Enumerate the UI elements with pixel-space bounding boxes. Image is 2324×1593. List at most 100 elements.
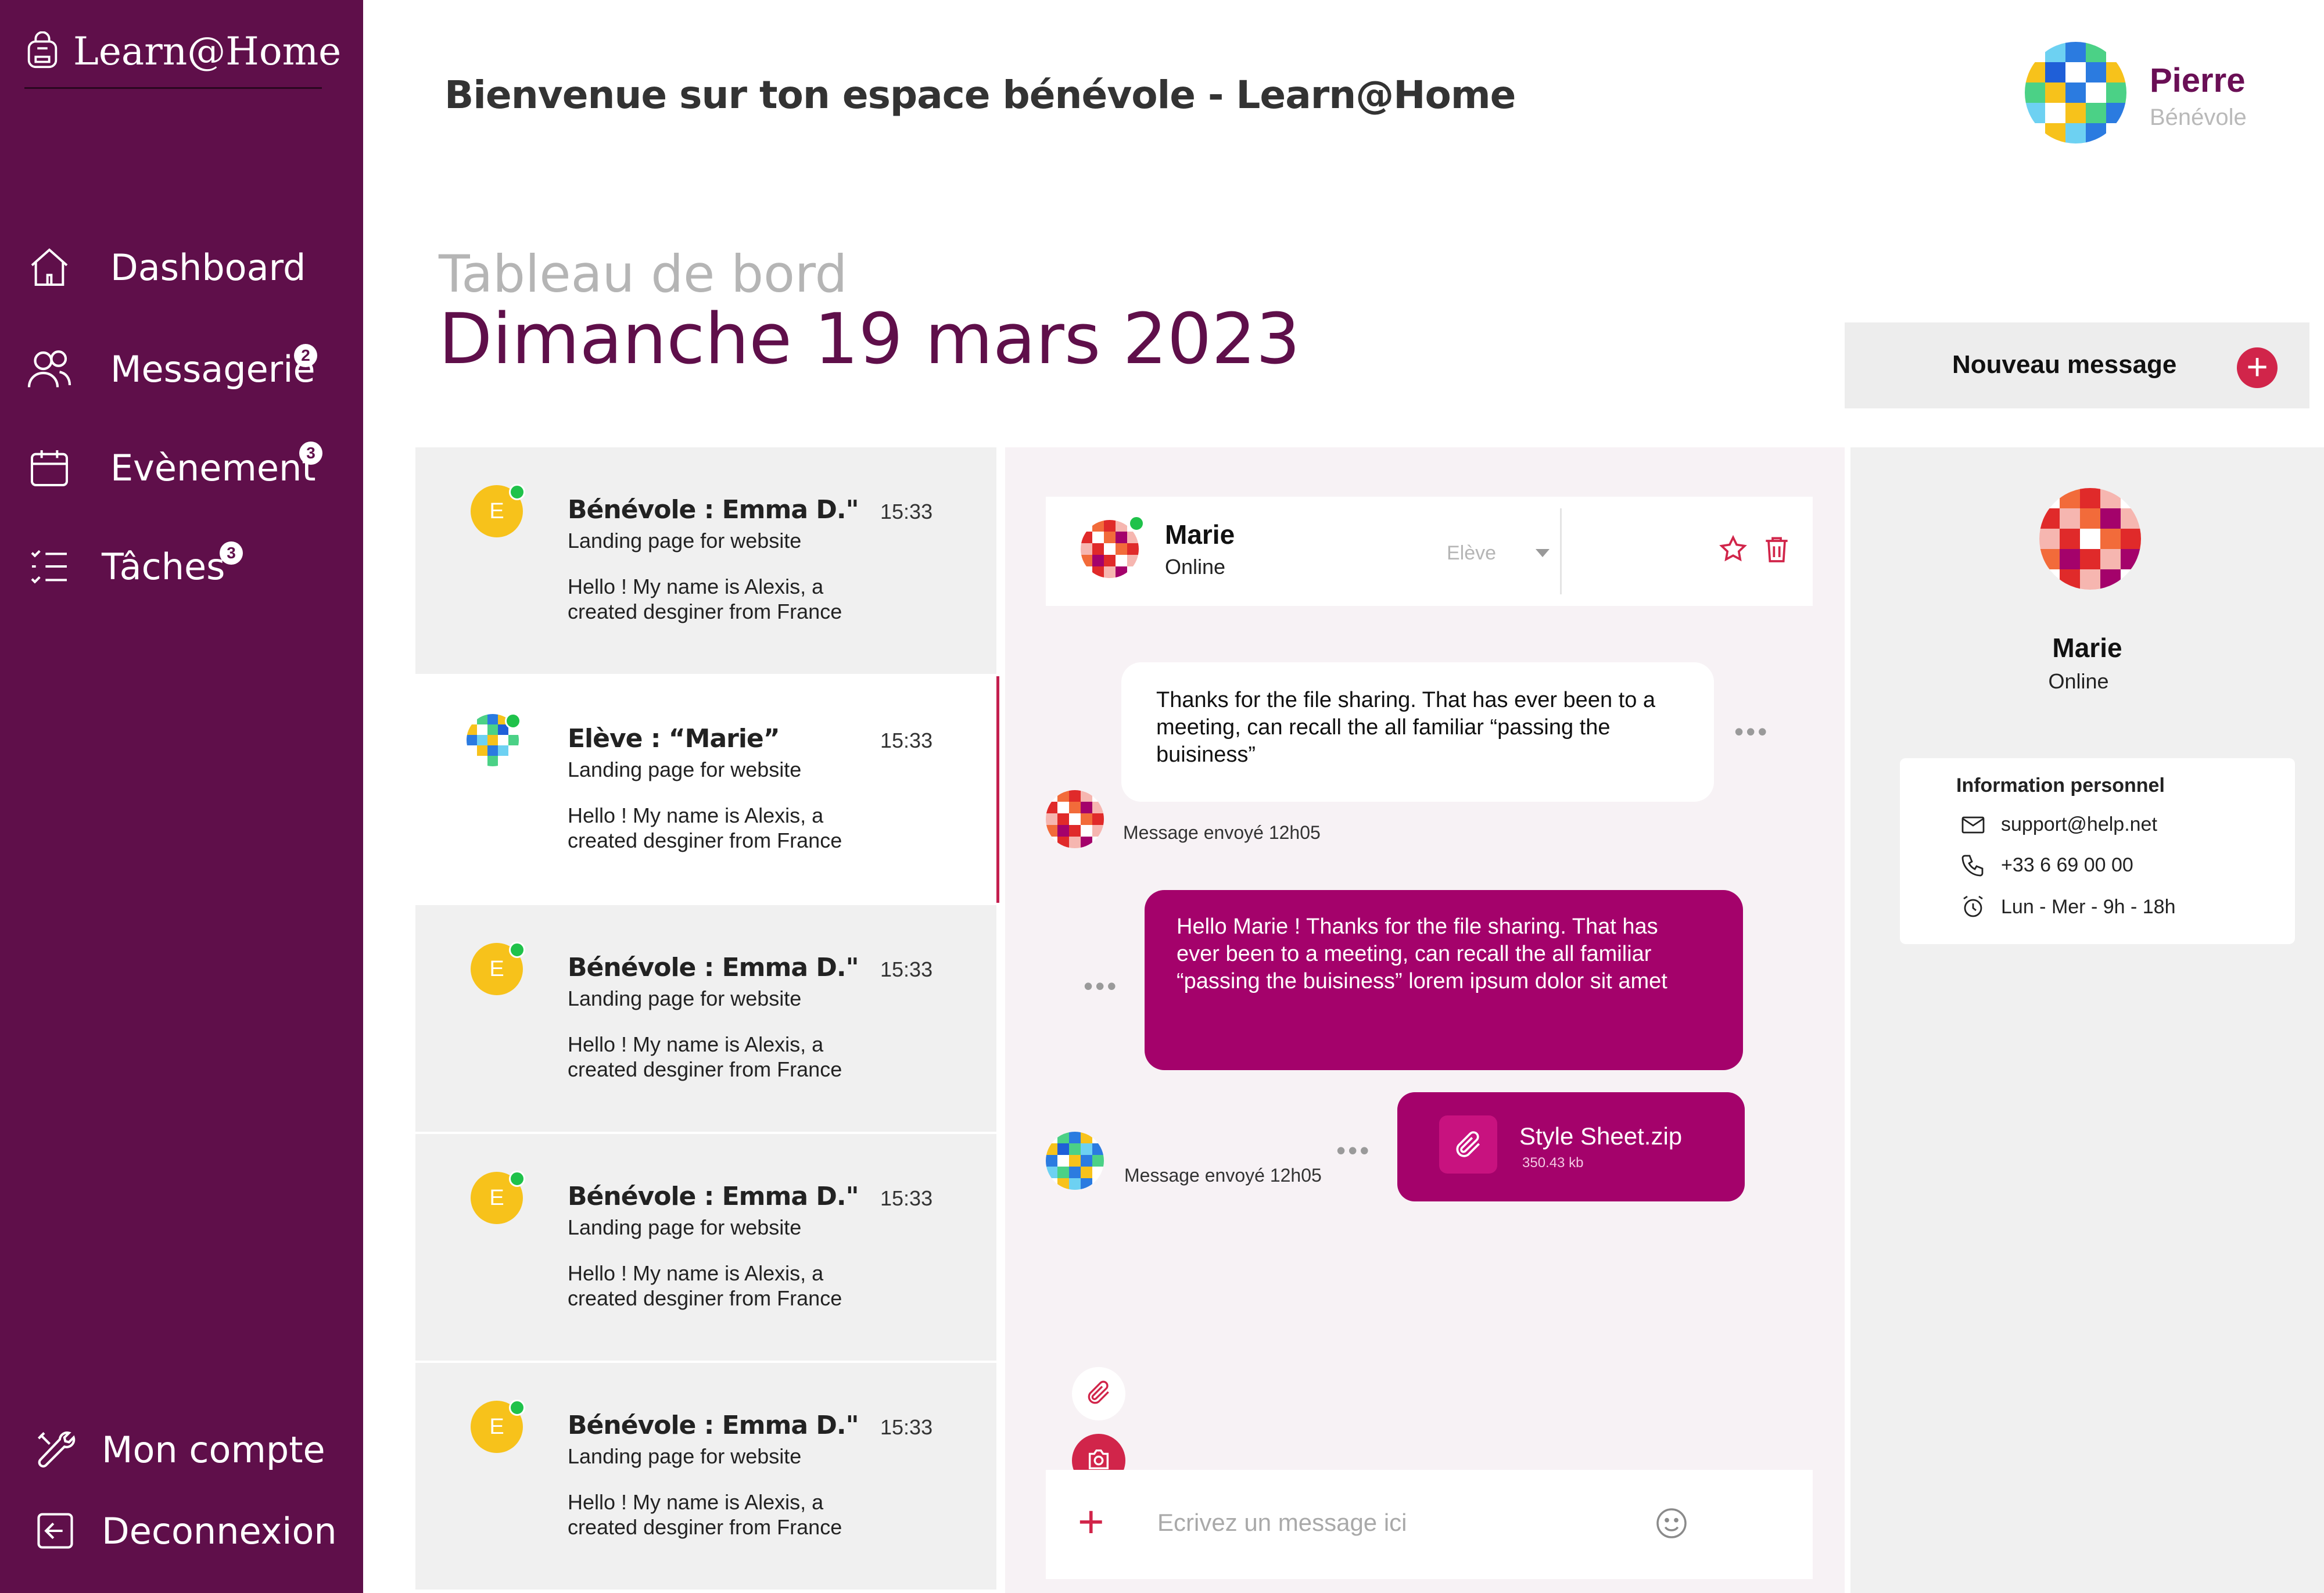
contact-avatar-small — [1046, 790, 1104, 848]
backpack-icon — [22, 31, 63, 72]
sidebar-item-messagerie[interactable]: Messagerie — [23, 343, 315, 395]
account-link[interactable]: Mon compte — [32, 1426, 325, 1473]
hours-row: Lun - Mer - 9h - 18h — [1958, 892, 2175, 922]
star-icon[interactable] — [1717, 533, 1749, 565]
online-indicator — [509, 1171, 525, 1187]
personal-info-card: Information personnel support@help.net +… — [1900, 758, 2295, 944]
conversation-subject: Landing page for website — [568, 1444, 802, 1468]
message-timestamp: Message envoyé 12h05 — [1124, 1165, 1322, 1186]
trash-icon[interactable] — [1760, 533, 1793, 565]
user-role: Bénévole — [2150, 105, 2247, 130]
plus-icon: + — [2237, 347, 2278, 388]
brand[interactable]: Learn@Home — [22, 29, 341, 74]
more-options-icon[interactable]: ••• — [1336, 1135, 1371, 1166]
conversation-name: Elève : “Marie” — [568, 724, 780, 754]
divider — [24, 87, 322, 89]
paperclip-icon — [1084, 1378, 1113, 1410]
board-label: Tableau de bord — [439, 244, 848, 304]
chevron-down-icon[interactable] — [1536, 549, 1550, 557]
emoji-icon[interactable] — [1653, 1505, 1690, 1542]
conversation-time: 15:33 — [880, 729, 933, 752]
mail-icon — [1958, 809, 1988, 839]
message-timestamp: Message envoyé 12h05 — [1123, 822, 1321, 843]
sidebar-item-label: Messagerie — [110, 347, 315, 390]
email-value: support@help.net — [2001, 813, 2157, 835]
conversation-name: Bénévole : Emma D." — [568, 1182, 859, 1211]
profile-avatar — [2039, 488, 2141, 590]
more-options-icon[interactable]: ••• — [1734, 716, 1769, 747]
logout-icon — [32, 1508, 78, 1554]
sidebar-item-evenement[interactable]: Evènement — [23, 442, 316, 494]
conversation-item[interactable]: E Bénévole : Emma D." 15:33 Landing page… — [415, 1363, 996, 1590]
online-indicator — [509, 942, 525, 958]
conversation-subject: Landing page for website — [568, 1215, 802, 1239]
conversation-preview: Hello ! My name is Alexis, a created des… — [568, 575, 842, 623]
message-text: Hello Marie ! Thanks for the file sharin… — [1177, 914, 1667, 993]
conversation-item[interactable]: E Bénévole : Emma D." 15:33 Landing page… — [415, 1134, 996, 1361]
events-badge: 3 — [299, 442, 322, 465]
file-attachment-message[interactable]: Style Sheet.zip 350.43 kb — [1397, 1092, 1745, 1201]
hours-value: Lun - Mer - 9h - 18h — [2001, 895, 2176, 918]
user-avatar[interactable] — [2025, 42, 2126, 143]
sidebar-item-taches[interactable]: Tâches — [23, 540, 225, 593]
conversation-time: 15:33 — [880, 1186, 933, 1210]
info-title: Information personnel — [1956, 774, 2165, 796]
message-text: Thanks for the file sharing. That has ev… — [1156, 688, 1656, 767]
conversation-preview: Hello ! My name is Alexis, a created des… — [568, 1032, 842, 1081]
contact-name: Marie — [1165, 519, 1235, 550]
conversation-subject: Landing page for website — [568, 758, 802, 781]
file-name: Style Sheet.zip — [1519, 1122, 1683, 1150]
board-date: Dimanche 19 mars 2023 — [439, 299, 1300, 380]
online-indicator — [1128, 515, 1145, 532]
conversation-subject: Landing page for website — [568, 986, 802, 1010]
sidebar-item-label: Dashboard — [110, 246, 306, 289]
conversation-subject: Landing page for website — [568, 529, 802, 552]
account-label: Mon compte — [102, 1428, 325, 1471]
attach-button[interactable] — [1072, 1367, 1125, 1420]
conversation-item[interactable]: E Bénévole : Emma D." 15:33 Landing page… — [415, 905, 996, 1132]
conversation-preview: Hello ! My name is Alexis, a created des… — [568, 803, 842, 852]
tools-icon — [32, 1426, 78, 1473]
tasks-badge: 3 — [220, 541, 243, 565]
conversation-time: 15:33 — [880, 957, 933, 981]
file-size: 350.43 kb — [1522, 1155, 1584, 1171]
chat-header: Marie Online Elève — [1046, 497, 1813, 606]
sidebar-item-label: Tâches — [102, 545, 225, 588]
outgoing-message: Hello Marie ! Thanks for the file sharin… — [1145, 890, 1743, 1070]
conversation-name: Bénévole : Emma D." — [568, 953, 859, 982]
conversation-item[interactable]: E Bénévole : Emma D." 15:33 Landing page… — [415, 447, 996, 674]
sidebar-item-label: Evènement — [110, 446, 316, 489]
online-indicator — [509, 484, 525, 500]
contact-role-select[interactable]: Elève — [1447, 542, 1496, 565]
message-input[interactable] — [1156, 1499, 1635, 1547]
new-message-button[interactable]: Nouveau message + — [1845, 322, 2309, 408]
incoming-message: Thanks for the file sharing. That has ev… — [1121, 662, 1714, 802]
calendar-icon — [23, 442, 76, 494]
email-row[interactable]: support@help.net — [1958, 809, 2157, 839]
plus-icon[interactable]: + — [1078, 1499, 1104, 1544]
logout-label: Deconnexion — [102, 1509, 337, 1552]
avatar: E — [471, 1400, 525, 1453]
profile-name: Marie — [2052, 633, 2122, 663]
more-options-icon[interactable]: ••• — [1084, 970, 1118, 1002]
avatar — [467, 713, 521, 766]
paperclip-icon — [1439, 1115, 1497, 1174]
phone-value: +33 6 69 00 00 — [2001, 853, 2133, 876]
chat-panel: Marie Online Elève Thanks for the file s… — [1005, 447, 1845, 1593]
home-icon — [23, 241, 76, 293]
profile-panel: Marie Online Information personnel suppo… — [1850, 447, 2324, 1593]
profile-status: Online — [2048, 669, 2109, 693]
sidebar-item-dashboard[interactable]: Dashboard — [23, 241, 306, 293]
phone-row[interactable]: +33 6 69 00 00 — [1958, 850, 2133, 880]
user-avatar-small — [1046, 1132, 1104, 1190]
logout-link[interactable]: Deconnexion — [32, 1508, 337, 1554]
messages-badge: 2 — [294, 344, 317, 367]
conversation-name: Bénévole : Emma D." — [568, 1411, 859, 1440]
avatar: E — [471, 484, 525, 537]
alarm-clock-icon — [1958, 892, 1988, 922]
conversation-item-active[interactable]: Elève : “Marie” 15:33 Landing page for w… — [415, 676, 999, 903]
online-indicator — [509, 1400, 525, 1416]
conversation-preview: Hello ! My name is Alexis, a created des… — [568, 1490, 842, 1539]
conversation-time: 15:33 — [880, 1415, 933, 1439]
conversation-time: 15:33 — [880, 500, 933, 523]
